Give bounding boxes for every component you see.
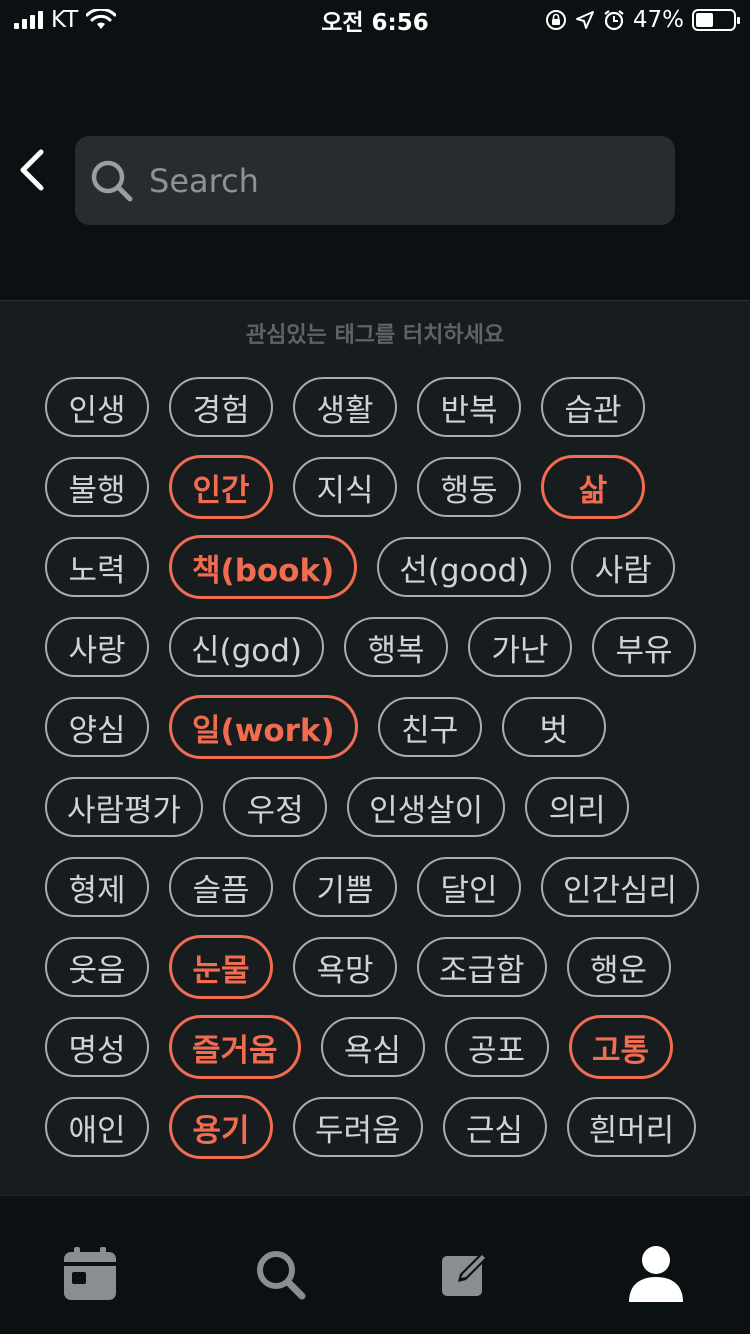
tag-chip[interactable]: 달인	[417, 857, 521, 917]
tag-chip[interactable]: 가난	[468, 617, 573, 677]
tag-chip[interactable]: 공포	[444, 1017, 549, 1077]
tag-chip-selected[interactable]: 삶	[541, 455, 645, 519]
tag-chip-selected[interactable]: 고통	[568, 1015, 673, 1079]
tag-chip[interactable]: 선(good)	[377, 537, 552, 597]
tag-chip[interactable]: 행복	[344, 617, 449, 677]
tag-row: 웃음 눈물 욕망 조급함 행운	[45, 935, 725, 999]
tag-chip[interactable]: 반복	[417, 377, 521, 437]
tag-chip[interactable]: 인생	[45, 377, 149, 437]
search-bar[interactable]	[75, 136, 675, 225]
status-right: 47%	[545, 7, 740, 33]
tab-write[interactable]	[436, 1244, 496, 1304]
tag-list: 인생 경험 생활 반복 습관불행 인간 지식 행동 삶노력 책(book) 선(good) 사람사랑 신…	[45, 377, 725, 1159]
tag-row: 명성 즐거움 욕심 공포 고통	[45, 1015, 725, 1079]
tag-chip-selected[interactable]: 인간	[169, 455, 273, 519]
tag-chip[interactable]: 습관	[541, 377, 645, 437]
location-icon	[575, 11, 594, 29]
search-input[interactable]	[149, 161, 629, 200]
tag-row: 양심 일(work) 친구 벗	[45, 695, 725, 759]
tag-row: 불행 인간 지식 행동 삶	[45, 455, 725, 519]
tag-chip-selected[interactable]: 용기	[169, 1095, 273, 1159]
tag-chip[interactable]: 인생살이	[347, 777, 506, 837]
alarm-icon	[604, 10, 624, 31]
tag-chip[interactable]: 욕심	[320, 1017, 425, 1077]
battery-icon	[692, 9, 740, 31]
tag-chip[interactable]: 욕망	[293, 937, 397, 997]
tag-chip-selected[interactable]: 눈물	[169, 935, 273, 999]
tab-profile[interactable]	[626, 1244, 686, 1304]
tag-chip[interactable]: 사람평가	[45, 777, 204, 837]
tab-calendar[interactable]	[60, 1244, 120, 1304]
tag-row: 노력 책(book) 선(good) 사람	[45, 535, 725, 599]
profile-icon	[629, 1246, 683, 1302]
tag-chip[interactable]: 형제	[45, 857, 149, 917]
tag-chip[interactable]: 인간심리	[541, 857, 700, 917]
tag-row: 형제 슬픔 기쁨 달인 인간심리	[45, 857, 725, 917]
edit-icon	[442, 1252, 488, 1296]
tab-bar	[0, 1195, 750, 1334]
tag-row: 사랑 신(god) 행복 가난 부유	[45, 617, 725, 677]
tag-chip[interactable]: 부유	[592, 617, 697, 677]
tag-chip[interactable]: 웃음	[45, 937, 149, 997]
tag-chip[interactable]: 벗	[501, 697, 606, 757]
tag-chip[interactable]: 친구	[377, 697, 482, 757]
tag-row: 애인 용기 두려움 근심 흰머리	[45, 1095, 725, 1159]
tag-chip[interactable]: 기쁨	[293, 857, 397, 917]
tag-chip[interactable]: 양심	[45, 697, 149, 757]
tag-chip[interactable]: 조급함	[417, 937, 547, 997]
tag-chip[interactable]: 흰머리	[566, 1097, 697, 1157]
tag-chip[interactable]: 지식	[293, 457, 397, 517]
tag-hint: 관심있는 태그를 터치하세요	[245, 323, 505, 348]
search-icon	[257, 1251, 306, 1300]
tag-chip[interactable]: 우정	[223, 777, 328, 837]
tag-chip[interactable]: 행운	[566, 937, 671, 997]
tag-chip[interactable]: 신(god)	[169, 617, 325, 677]
battery-percent: 47%	[632, 7, 684, 33]
search-icon	[91, 160, 133, 201]
tag-chip[interactable]: 의리	[525, 777, 630, 837]
tag-row: 사람평가 우정 인생살이 의리	[45, 777, 725, 837]
rotation-lock-icon	[545, 10, 566, 30]
calendar-icon	[64, 1247, 116, 1300]
signal-icon	[14, 11, 43, 29]
carrier-label: KT	[51, 7, 79, 33]
status-left: KT	[14, 7, 117, 33]
tag-chip[interactable]: 근심	[442, 1097, 547, 1157]
tag-panel: 관심있는 태그를 터치하세요 인생 경험 생활 반복 습관불행 인간 지식 행동 삶노력 책(bo…	[0, 300, 750, 1195]
tag-chip-selected[interactable]: 일(work)	[169, 695, 358, 759]
tag-chip[interactable]: 명성	[45, 1017, 149, 1077]
wifi-icon	[86, 9, 117, 29]
tag-chip[interactable]: 두려움	[293, 1097, 423, 1157]
tag-chip[interactable]: 불행	[45, 457, 149, 517]
tag-row: 인생 경험 생활 반복 습관	[45, 377, 725, 437]
tag-chip[interactable]: 행동	[417, 457, 521, 517]
tag-chip-selected[interactable]: 책(book)	[169, 535, 358, 599]
tag-chip[interactable]: 노력	[45, 537, 149, 597]
tag-chip[interactable]: 애인	[45, 1097, 149, 1157]
tab-search[interactable]	[250, 1244, 310, 1304]
tag-chip[interactable]: 사람	[571, 537, 676, 597]
tag-chip-selected[interactable]: 즐거움	[169, 1015, 301, 1079]
tag-chip[interactable]: 슬픔	[169, 857, 273, 917]
status-bar: KT 오전 6:56 47%	[0, 0, 750, 40]
tag-chip[interactable]: 경험	[169, 377, 273, 437]
back-button[interactable]	[12, 140, 52, 200]
tag-chip[interactable]: 사랑	[45, 617, 149, 677]
tag-chip[interactable]: 생활	[293, 377, 397, 437]
chevron-left-icon	[20, 149, 44, 191]
header	[0, 40, 750, 300]
